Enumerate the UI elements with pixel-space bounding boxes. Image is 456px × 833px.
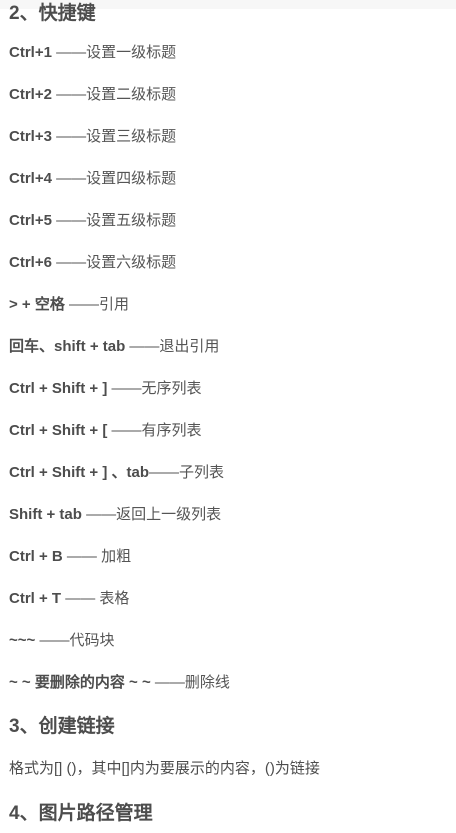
shortcut-desc: ——返回上一级列表 xyxy=(81,506,222,523)
shortcut-desc: ——有序列表 xyxy=(107,422,202,439)
shortcut-key: > + 空格 xyxy=(9,296,65,313)
shortcut-key: Ctrl+3 xyxy=(9,128,52,145)
shortcut-key: Ctrl+4 xyxy=(9,170,52,187)
shortcut-key: Ctrl + Shift + ] xyxy=(9,380,108,397)
shortcut-desc: —— 加粗 xyxy=(62,548,132,565)
shortcut-desc: ——设置一级标题 xyxy=(51,44,177,61)
section-heading-shortcuts: 2、快捷键 xyxy=(9,3,96,24)
shortcut-key: Ctrl + Shift + [ xyxy=(9,422,108,439)
link-format-text: 格式为[] ()，其中[]内为要展示的内容，()为链接 xyxy=(9,760,320,777)
shortcut-desc: ——引用 xyxy=(64,296,130,313)
shortcut-row: Shift + tab ——返回上一级列表 xyxy=(9,505,221,525)
shortcut-key: Ctrl + T xyxy=(9,590,62,607)
shortcut-key: Ctrl + Shift + ] 、tab xyxy=(9,464,150,481)
shortcut-desc: ——退出引用 xyxy=(125,338,220,355)
shortcut-row: Ctrl + T —— 表格 xyxy=(9,589,129,609)
shortcut-row: Ctrl + Shift + ] 、tab——子列表 xyxy=(9,463,224,483)
section-heading-links: 3、创建链接 xyxy=(9,716,115,737)
section-heading-image-paths: 4、图片路径管理 xyxy=(9,803,153,824)
shortcut-key: Ctrl+5 xyxy=(9,212,52,229)
shortcut-row: Ctrl+1 ——设置一级标题 xyxy=(9,43,176,63)
shortcut-row: Ctrl + Shift + ] ——无序列表 xyxy=(9,379,202,399)
shortcut-key: Ctrl + B xyxy=(9,548,63,565)
shortcut-row: > + 空格 ——引用 xyxy=(9,295,129,315)
shortcut-row: Ctrl+3 ——设置三级标题 xyxy=(9,127,176,147)
shortcut-desc: ——设置六级标题 xyxy=(51,254,177,271)
shortcut-row: Ctrl+2 ——设置二级标题 xyxy=(9,85,176,105)
shortcut-row: Ctrl+5 ——设置五级标题 xyxy=(9,211,176,231)
shortcut-row: 回车、shift + tab ——退出引用 xyxy=(9,337,219,357)
shortcut-row: Ctrl + Shift + [ ——有序列表 xyxy=(9,421,202,441)
shortcut-key: ~~~ xyxy=(9,632,36,649)
shortcut-key: Ctrl+2 xyxy=(9,86,52,103)
shortcut-key: ~ ~ 要删除的内容 ~ ~ xyxy=(9,674,151,691)
shortcut-row: ~~~ ——代码块 xyxy=(9,631,114,651)
shortcut-desc: ——代码块 xyxy=(35,632,115,649)
shortcut-key: Shift + tab xyxy=(9,506,82,523)
shortcut-row: ~ ~ 要删除的内容 ~ ~ ——删除线 xyxy=(9,673,230,693)
shortcut-desc: ——设置四级标题 xyxy=(51,170,177,187)
shortcut-desc: ——子列表 xyxy=(149,464,225,481)
shortcut-row: Ctrl + B —— 加粗 xyxy=(9,547,131,567)
shortcut-key: Ctrl+6 xyxy=(9,254,52,271)
shortcut-desc: ——设置二级标题 xyxy=(51,86,177,103)
shortcut-desc: ——删除线 xyxy=(150,674,230,691)
shortcut-desc: ——无序列表 xyxy=(107,380,202,397)
shortcut-key: Ctrl+1 xyxy=(9,44,52,61)
shortcut-desc: —— 表格 xyxy=(61,590,130,607)
shortcut-desc: ——设置五级标题 xyxy=(51,212,177,229)
shortcut-desc: ——设置三级标题 xyxy=(51,128,177,145)
shortcut-row: Ctrl+4 ——设置四级标题 xyxy=(9,169,176,189)
shortcut-key: 回车、shift + tab xyxy=(9,338,126,355)
shortcut-row: Ctrl+6 ——设置六级标题 xyxy=(9,253,176,273)
